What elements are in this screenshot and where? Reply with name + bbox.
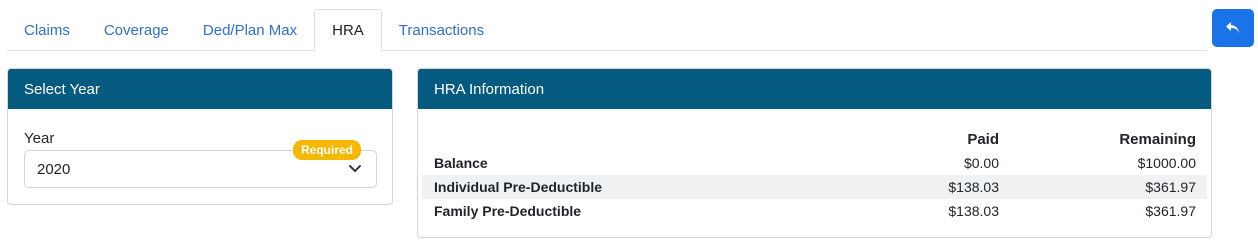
year-label: Year <box>24 130 55 147</box>
row-label: Balance <box>434 155 488 171</box>
row-paid: $138.03 <box>948 203 999 219</box>
reply-arrow-icon <box>1226 22 1239 33</box>
table-row: Family Pre-Deductible $138.03 $361.97 <box>422 199 1207 223</box>
select-year-header: Select Year <box>8 69 392 109</box>
tab-transactions[interactable]: Transactions <box>382 9 501 51</box>
tab-hra[interactable]: HRA <box>314 9 382 51</box>
chevron-down-icon <box>349 165 361 172</box>
nav-tabs: Claims Coverage Ded/Plan Max HRA Transac… <box>7 9 1207 51</box>
row-label: Family Pre-Deductible <box>434 203 582 219</box>
back-button[interactable] <box>1212 9 1254 47</box>
row-paid: $0.00 <box>963 155 999 171</box>
column-header-paid: Paid <box>967 130 999 148</box>
table-row: Individual Pre-Deductible $138.03 $361.9… <box>422 175 1207 199</box>
row-paid: $138.03 <box>948 179 999 195</box>
select-year-card: Select Year Year 2020 Required <box>7 68 393 205</box>
row-remaining: $1000.00 <box>1137 155 1196 171</box>
row-remaining: $361.97 <box>1145 179 1196 195</box>
tab-claims[interactable]: Claims <box>7 9 87 51</box>
table-header-row: Paid Remaining <box>422 127 1207 151</box>
column-header-remaining: Remaining <box>1119 130 1196 148</box>
hra-table: Paid Remaining Balance $0.00 $1000.00 In… <box>422 127 1207 223</box>
row-label: Individual Pre-Deductible <box>434 179 603 195</box>
required-badge: Required <box>293 140 362 160</box>
tab-coverage[interactable]: Coverage <box>87 9 186 51</box>
hra-information-card: HRA Information Paid Remaining Balance $… <box>417 68 1212 238</box>
year-select-value: 2020 <box>37 160 71 178</box>
hra-information-header: HRA Information <box>418 69 1211 109</box>
table-row: Balance $0.00 $1000.00 <box>422 151 1207 175</box>
row-remaining: $361.97 <box>1145 203 1196 219</box>
tab-ded-plan-max[interactable]: Ded/Plan Max <box>186 9 314 51</box>
